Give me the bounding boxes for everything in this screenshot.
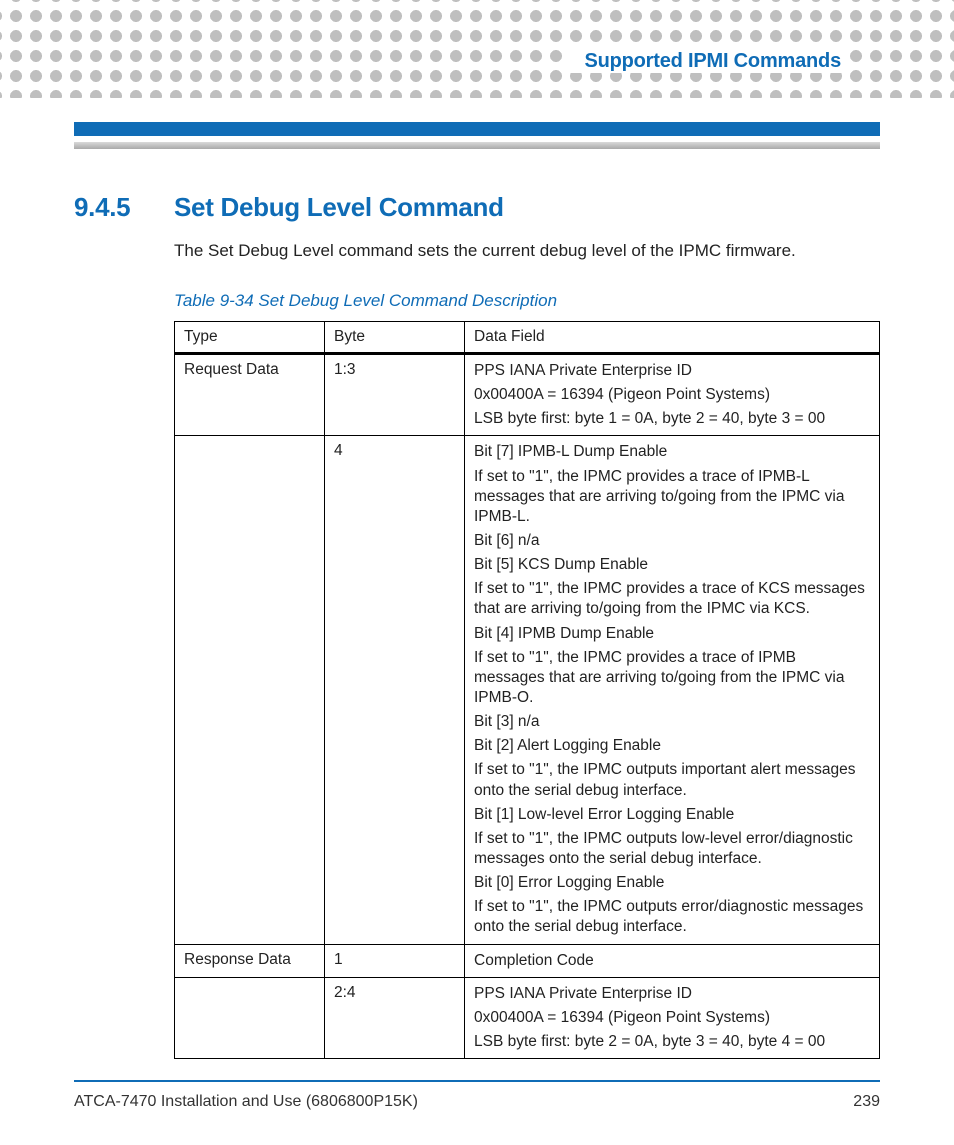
table-row: 2:4 PPS IANA Private Enterprise ID 0x00400…: [175, 977, 880, 1058]
table-header-row: Type Byte Data Field: [175, 322, 880, 354]
data-field-line: Bit [4] IPMB Dump Enable: [474, 624, 870, 644]
page-footer: ATCA-7470 Installation and Use (6806800P…: [74, 1093, 880, 1111]
header-dot-pattern: [0, 0, 954, 98]
header-blue-bar: [74, 122, 880, 136]
cell-data-field: PPS IANA Private Enterprise ID 0x00400A =…: [465, 354, 880, 436]
data-field-line: Bit [0] Error Logging Enable: [474, 873, 870, 893]
section-title: Set Debug Level Command: [174, 192, 504, 223]
data-field-line: Bit [6] n/a: [474, 531, 870, 551]
data-field-line: 0x00400A = 16394 (Pigeon Point Systems): [474, 385, 870, 405]
table-row: Response Data1 Completion Code: [175, 944, 880, 977]
data-field-line: If set to "1", the IPMC outputs low-leve…: [474, 829, 870, 869]
cell-byte: 1:3: [325, 354, 465, 436]
cell-byte: 2:4: [325, 977, 465, 1058]
data-field-line: Bit [5] KCS Dump Enable: [474, 555, 870, 575]
table-row: 4 Bit [7] IPMB-L Dump Enable If set to "1"…: [175, 436, 880, 944]
cell-byte: 4: [325, 436, 465, 944]
data-field-line: Bit [7] IPMB-L Dump Enable: [474, 442, 870, 462]
data-field-line: If set to "1", the IPMC provides a trace…: [474, 579, 870, 619]
col-header-byte: Byte: [325, 322, 465, 354]
footer-page-number: 239: [853, 1093, 880, 1111]
col-header-type: Type: [175, 322, 325, 354]
data-field-line: If set to "1", the IPMC provides a trace…: [474, 467, 870, 527]
data-field-line: 0x00400A = 16394 (Pigeon Point Systems): [474, 1008, 870, 1028]
cell-type: [175, 977, 325, 1058]
col-header-data-field: Data Field: [465, 322, 880, 354]
section-number: 9.4.5: [74, 192, 174, 223]
data-field-line: PPS IANA Private Enterprise ID: [474, 361, 870, 381]
cell-type: [175, 436, 325, 944]
table-caption: Table 9-34 Set Debug Level Command Descr…: [174, 291, 880, 311]
header-grey-bar: [74, 142, 880, 149]
section-intro-paragraph: The Set Debug Level command sets the cur…: [174, 241, 880, 261]
data-field-line: Bit [1] Low-level Error Logging Enable: [474, 805, 870, 825]
footer-doc-title: ATCA-7470 Installation and Use (6806800P…: [74, 1093, 418, 1111]
data-field-line: If set to "1", the IPMC provides a trace…: [474, 648, 870, 708]
data-field-line: Bit [2] Alert Logging Enable: [474, 736, 870, 756]
cell-byte: 1: [325, 944, 465, 977]
running-header-title: Supported IPMI Commands: [570, 50, 849, 73]
section-heading: 9.4.5 Set Debug Level Command: [74, 192, 880, 223]
footer-rule: [74, 1080, 880, 1082]
data-field-line: If set to "1", the IPMC outputs error/di…: [474, 897, 870, 937]
cell-type: Response Data: [175, 944, 325, 977]
data-field-line: PPS IANA Private Enterprise ID: [474, 984, 870, 1004]
data-field-line: LSB byte first: byte 2 = 0A, byte 3 = 40…: [474, 1032, 870, 1052]
cell-type: Request Data: [175, 354, 325, 436]
data-field-line: Bit [3] n/a: [474, 712, 870, 732]
table-row: Request Data1:3PPS IANA Private Enterpri…: [175, 354, 880, 436]
cell-data-field: Completion Code: [465, 944, 880, 977]
command-description-table: Type Byte Data Field Request Data1:3PPS …: [174, 321, 880, 1059]
page-content: 9.4.5 Set Debug Level Command The Set De…: [74, 192, 880, 1059]
data-field-line: If set to "1", the IPMC outputs importan…: [474, 760, 870, 800]
data-field-line: Completion Code: [474, 951, 870, 971]
cell-data-field: Bit [7] IPMB-L Dump Enable If set to "1",…: [465, 436, 880, 944]
cell-data-field: PPS IANA Private Enterprise ID 0x00400A =…: [465, 977, 880, 1058]
data-field-line: LSB byte first: byte 1 = 0A, byte 2 = 40…: [474, 409, 870, 429]
